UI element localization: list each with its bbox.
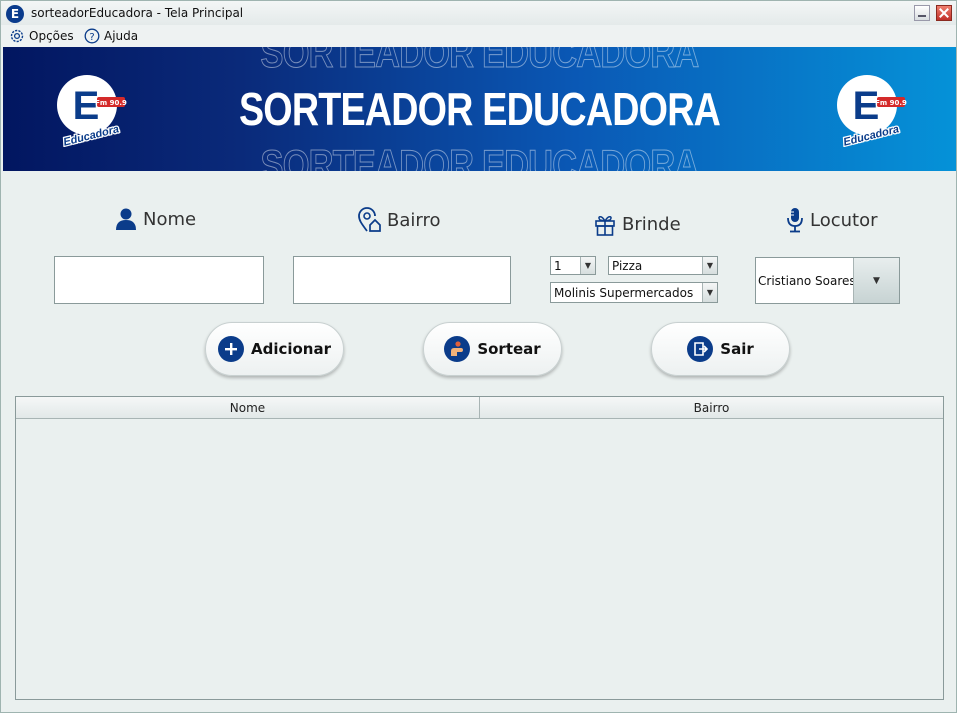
brinde-sponsor-value: Molinis Supermercados [554,285,694,300]
column-header-nome[interactable]: Nome [16,397,480,419]
brinde-quantity-value: 1 [554,258,562,273]
svg-text:?: ? [89,32,94,43]
nome-label-text: Nome [143,208,197,230]
chevron-down-icon[interactable]: ▼ [853,258,899,303]
user-icon [116,208,136,230]
header-banner: SORTEADOR EDUCADORA SORTEADOR EDUCADORA … [3,47,956,171]
bairro-label-text: Bairro [387,209,441,231]
column-header-bairro[interactable]: Bairro [480,397,943,419]
brinde-quantity-select[interactable]: 1 ▼ [550,256,596,275]
raffle-hand-icon [444,336,471,362]
sortear-button[interactable]: Sortear [423,322,562,376]
sair-button[interactable]: Sair [651,322,790,376]
microphone-icon [787,208,803,233]
location-home-icon [358,207,381,232]
brinde-label-text: Brinde [622,213,681,235]
sair-label: Sair [720,340,754,358]
menu-ajuda-label: Ajuda [104,29,139,43]
chevron-down-icon[interactable]: ▼ [702,257,717,274]
sortear-label: Sortear [477,340,541,358]
exit-door-icon [687,336,714,362]
plus-circle-icon [217,336,244,362]
educadora-logo-right: E Fm 90.9 Educadora [837,75,907,147]
brinde-sponsor-select[interactable]: Molinis Supermercados ▼ [550,282,718,303]
nome-input[interactable] [54,256,264,304]
locutor-select[interactable]: Cristiano Soares ▼ [755,257,900,304]
bairro-input[interactable] [293,256,511,304]
adicionar-button[interactable]: Adicionar [205,322,344,376]
chevron-down-icon[interactable]: ▼ [580,257,595,274]
brinde-label: Brinde [594,212,681,236]
banner-ghost-text-top: SORTEADOR EDUCADORA [260,47,700,77]
menu-bar: Opções ? Ajuda [1,25,956,47]
banner-title: SORTEADOR EDUCADORA [238,83,721,135]
nome-label: Nome [115,207,196,231]
educadora-logo-icon: E [6,5,24,23]
bairro-label: Bairro [357,207,440,233]
locutor-label-text: Locutor [810,209,878,231]
banner-ghost-text-bottom: SORTEADOR EDUCADORA [260,141,700,172]
svg-text:Fm 90.9: Fm 90.9 [95,99,127,107]
brinde-item-select[interactable]: Pizza ▼ [608,256,718,275]
locutor-value: Cristiano Soares [758,273,856,288]
minimize-button[interactable] [914,5,930,21]
participants-table[interactable]: Nome Bairro [15,396,944,700]
window-title: sorteadorEducadora - Tela Principal [31,6,244,20]
brinde-item-value: Pizza [612,258,643,273]
menu-opcoes-label: Opções [29,29,74,43]
gift-icon [595,216,615,236]
svg-text:Fm 90.9: Fm 90.9 [875,99,907,107]
table-header: Nome Bairro [16,397,943,419]
help-circle-icon: ? [84,28,100,44]
locutor-label: Locutor [786,207,878,233]
menu-ajuda[interactable]: ? Ajuda [84,27,138,45]
close-button[interactable] [936,5,952,21]
gear-icon [10,29,24,43]
title-bar[interactable]: E sorteadorEducadora - Tela Principal [1,1,956,25]
chevron-down-icon[interactable]: ▼ [702,283,717,302]
adicionar-label: Adicionar [250,340,332,358]
menu-opcoes[interactable]: Opções [9,27,74,45]
main-window: E sorteadorEducadora - Tela Principal Op… [0,0,957,713]
educadora-logo-left: E Fm 90.9 Educadora [57,75,127,147]
